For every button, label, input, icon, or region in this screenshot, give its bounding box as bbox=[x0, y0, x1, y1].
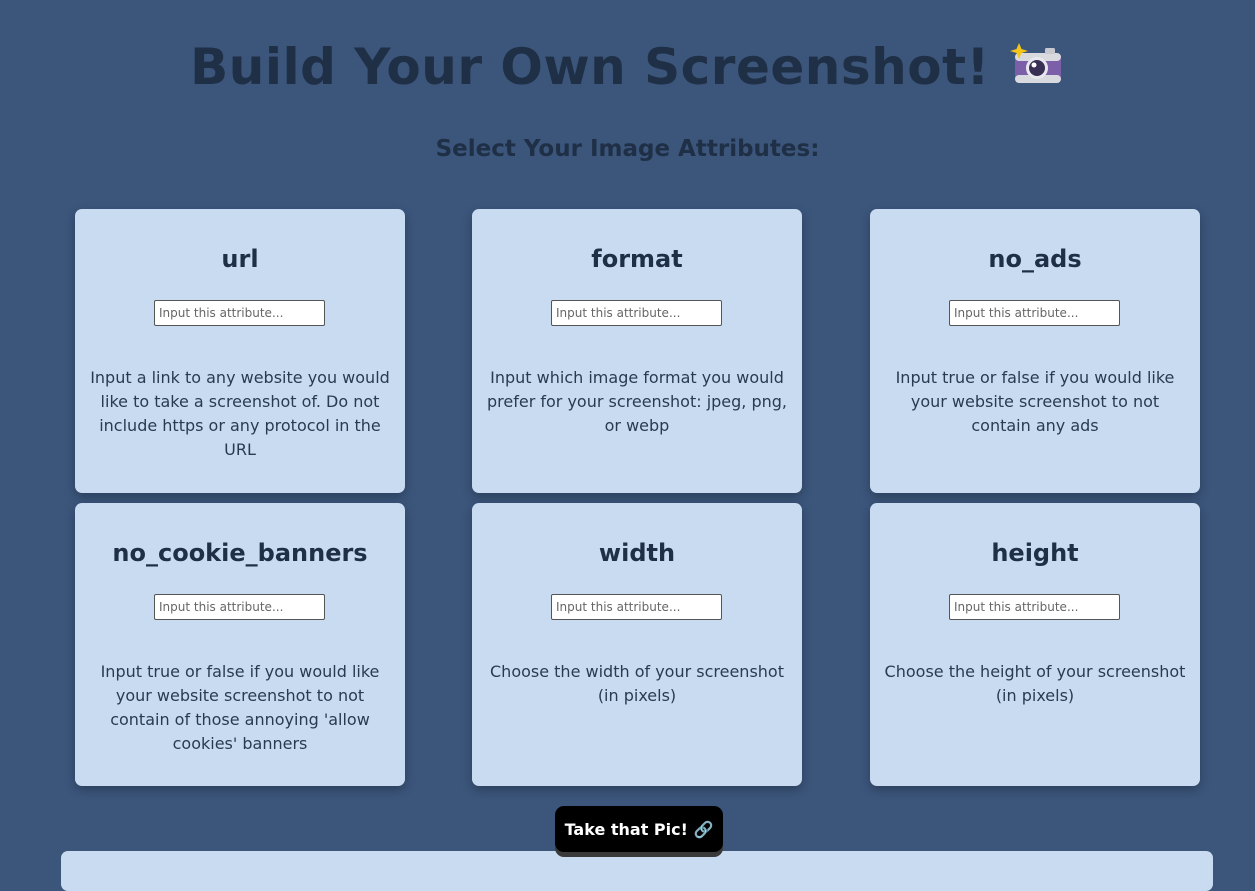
card-title: height bbox=[991, 539, 1079, 567]
card-title: no_ads bbox=[988, 245, 1082, 273]
card-description: Input which image format you would prefe… bbox=[486, 368, 788, 435]
attribute-card-format: format Input which image format you woul… bbox=[472, 209, 802, 493]
page-title: Build Your Own Screenshot! bbox=[190, 38, 990, 96]
width-input[interactable] bbox=[551, 594, 722, 620]
card-description: Input true or false if you would like yo… bbox=[895, 368, 1175, 435]
url-input[interactable] bbox=[154, 300, 325, 326]
page-subtitle: Select Your Image Attributes: bbox=[435, 136, 820, 162]
attribute-card-url: url Input a link to any website you woul… bbox=[75, 209, 405, 493]
card-description: Input true or false if you would like yo… bbox=[100, 662, 380, 753]
card-description: Input a link to any website you would li… bbox=[90, 368, 390, 459]
height-input[interactable] bbox=[949, 594, 1120, 620]
attribute-card-height: height Choose the height of your screens… bbox=[870, 503, 1200, 786]
card-title: width bbox=[598, 539, 676, 567]
no-cookie-banners-input[interactable] bbox=[154, 594, 325, 620]
card-title: format bbox=[591, 245, 683, 273]
no-ads-input[interactable] bbox=[949, 300, 1120, 326]
attribute-card-no-cookie-banners: no_cookie_banners Input true or false if… bbox=[75, 503, 405, 786]
format-input[interactable] bbox=[551, 300, 722, 326]
card-description: Choose the width of your screenshot (in … bbox=[490, 662, 784, 705]
card-title: url bbox=[221, 245, 259, 273]
page-header: Build Your Own Screenshot! bbox=[0, 38, 1255, 96]
camera-with-flash-icon bbox=[1009, 41, 1065, 85]
take-pic-button[interactable]: Take that Pic! 🔗 bbox=[555, 806, 723, 852]
card-description: Choose the height of your screenshot (in… bbox=[884, 662, 1186, 705]
attribute-card-width: width Choose the width of your screensho… bbox=[472, 503, 802, 786]
card-title: no_cookie_banners bbox=[112, 539, 368, 567]
attribute-card-no-ads: no_ads Input true or false if you would … bbox=[870, 209, 1200, 493]
page: Build Your Own Screenshot! Select Your I… bbox=[0, 0, 1255, 891]
result-panel bbox=[61, 851, 1213, 891]
